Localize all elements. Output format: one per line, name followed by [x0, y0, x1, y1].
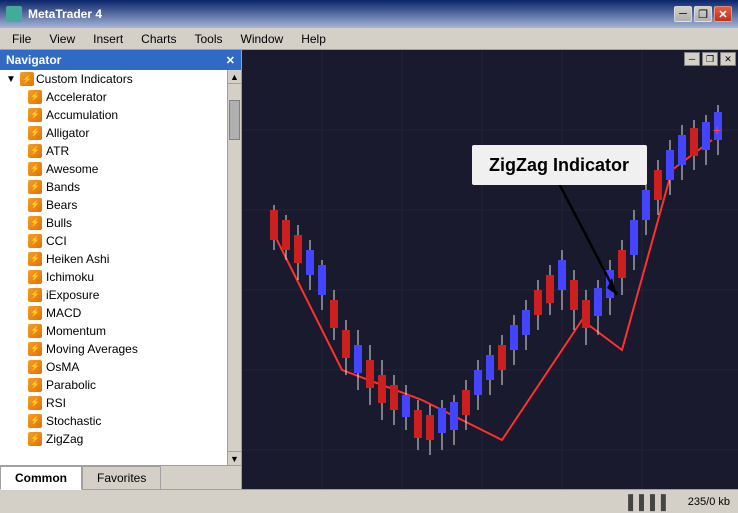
title-bar: MetaTrader 4 ─ ❐ ✕: [0, 0, 738, 28]
scroll-thumb[interactable]: [229, 100, 240, 140]
inner-window-bar: ─ ❐ ✕: [682, 50, 738, 68]
status-icon: ▌▌▌▌: [628, 494, 672, 510]
chart-close-button[interactable]: ✕: [720, 52, 736, 66]
app-title: MetaTrader 4: [28, 7, 102, 21]
custom-indicators-icon: ⚡: [20, 72, 34, 86]
item-icon: ⚡: [28, 198, 42, 212]
navigator-close-icon[interactable]: ✕: [226, 54, 235, 67]
nav-tree[interactable]: ▼ ⚡ Custom Indicators ⚡Accelerator ⚡Accu…: [0, 70, 227, 465]
nav-tabs: Common Favorites: [0, 465, 241, 489]
scroll-track: [228, 141, 241, 451]
item-icon: ⚡: [28, 342, 42, 356]
list-item[interactable]: ⚡Momentum: [0, 322, 227, 340]
list-item[interactable]: ⚡OsMA: [0, 358, 227, 376]
title-bar-left: MetaTrader 4: [6, 6, 102, 22]
item-icon: ⚡: [28, 378, 42, 392]
close-button[interactable]: ✕: [714, 6, 732, 22]
nav-section-custom-indicators[interactable]: ▼ ⚡ Custom Indicators: [0, 70, 227, 88]
menu-view[interactable]: View: [41, 30, 83, 48]
menu-insert[interactable]: Insert: [85, 30, 131, 48]
list-item[interactable]: ⚡Ichimoku: [0, 268, 227, 286]
menu-file[interactable]: File: [4, 30, 39, 48]
tab-favorites[interactable]: Favorites: [82, 466, 161, 489]
section-label: Custom Indicators: [36, 72, 133, 86]
list-item[interactable]: ⚡Bulls: [0, 214, 227, 232]
item-icon: ⚡: [28, 288, 42, 302]
list-item[interactable]: ⚡ATR: [0, 142, 227, 160]
app-logo: [6, 6, 22, 22]
list-item[interactable]: ⚡Alligator: [0, 124, 227, 142]
item-icon: ⚡: [28, 180, 42, 194]
item-icon: ⚡: [28, 90, 42, 104]
tab-common[interactable]: Common: [0, 466, 82, 490]
list-item[interactable]: ⚡ZigZag: [0, 430, 227, 448]
item-icon: ⚡: [28, 324, 42, 338]
list-item[interactable]: ⚡RSI: [0, 394, 227, 412]
item-icon: ⚡: [28, 252, 42, 266]
navigator-title: Navigator: [6, 53, 61, 67]
item-icon: ⚡: [28, 432, 42, 446]
item-icon: ⚡: [28, 108, 42, 122]
navigator-panel: Navigator ✕ ▼ ⚡ Custom Indicators ⚡Accel…: [0, 50, 242, 489]
chart-minimize-button[interactable]: ─: [684, 52, 700, 66]
nav-scrollbar[interactable]: ▲ ▼: [227, 70, 241, 465]
item-icon: ⚡: [28, 216, 42, 230]
chart-restore-button[interactable]: ❐: [702, 52, 718, 66]
title-bar-controls: ─ ❐ ✕: [674, 6, 732, 22]
chart-area[interactable]: ─ ❐ ✕: [242, 50, 738, 489]
chart-svg: ZigZag Indicator +: [242, 50, 738, 489]
nav-content: ▼ ⚡ Custom Indicators ⚡Accelerator ⚡Accu…: [0, 70, 241, 465]
main-area: Navigator ✕ ▼ ⚡ Custom Indicators ⚡Accel…: [0, 50, 738, 489]
list-item[interactable]: ⚡Parabolic: [0, 376, 227, 394]
memory-status: 235/0 kb: [688, 496, 730, 508]
item-icon: ⚡: [28, 360, 42, 374]
menu-window[interactable]: Window: [233, 30, 292, 48]
list-item[interactable]: ⚡MACD: [0, 304, 227, 322]
expand-icon: ▼: [4, 72, 18, 86]
scroll-up-arrow[interactable]: ▲: [228, 70, 241, 84]
item-icon: ⚡: [28, 126, 42, 140]
list-item[interactable]: ⚡Moving Averages: [0, 340, 227, 358]
scroll-down-arrow[interactable]: ▼: [228, 451, 241, 465]
list-item[interactable]: ⚡Heiken Ashi: [0, 250, 227, 268]
item-icon: ⚡: [28, 396, 42, 410]
item-icon: ⚡: [28, 306, 42, 320]
restore-button[interactable]: ❐: [694, 6, 712, 22]
list-item[interactable]: ⚡Stochastic: [0, 412, 227, 430]
list-item[interactable]: ⚡Awesome: [0, 160, 227, 178]
item-icon: ⚡: [28, 234, 42, 248]
item-icon: ⚡: [28, 144, 42, 158]
item-icon: ⚡: [28, 414, 42, 428]
list-item[interactable]: ⚡CCI: [0, 232, 227, 250]
svg-text:ZigZag Indicator: ZigZag Indicator: [489, 155, 629, 175]
list-item[interactable]: ⚡iExposure: [0, 286, 227, 304]
menu-bar: File View Insert Charts Tools Window Hel…: [0, 28, 738, 50]
minimize-button[interactable]: ─: [674, 6, 692, 22]
status-bar: ▌▌▌▌ 235/0 kb: [0, 489, 738, 513]
item-icon: ⚡: [28, 162, 42, 176]
list-item[interactable]: ⚡Bears: [0, 196, 227, 214]
menu-help[interactable]: Help: [293, 30, 334, 48]
menu-charts[interactable]: Charts: [133, 30, 184, 48]
item-icon: ⚡: [28, 270, 42, 284]
list-item[interactable]: ⚡Accumulation: [0, 106, 227, 124]
svg-text:+: +: [713, 122, 721, 138]
list-item[interactable]: ⚡Accelerator: [0, 88, 227, 106]
list-item[interactable]: ⚡Bands: [0, 178, 227, 196]
menu-tools[interactable]: Tools: [187, 30, 231, 48]
navigator-header: Navigator ✕: [0, 50, 241, 70]
